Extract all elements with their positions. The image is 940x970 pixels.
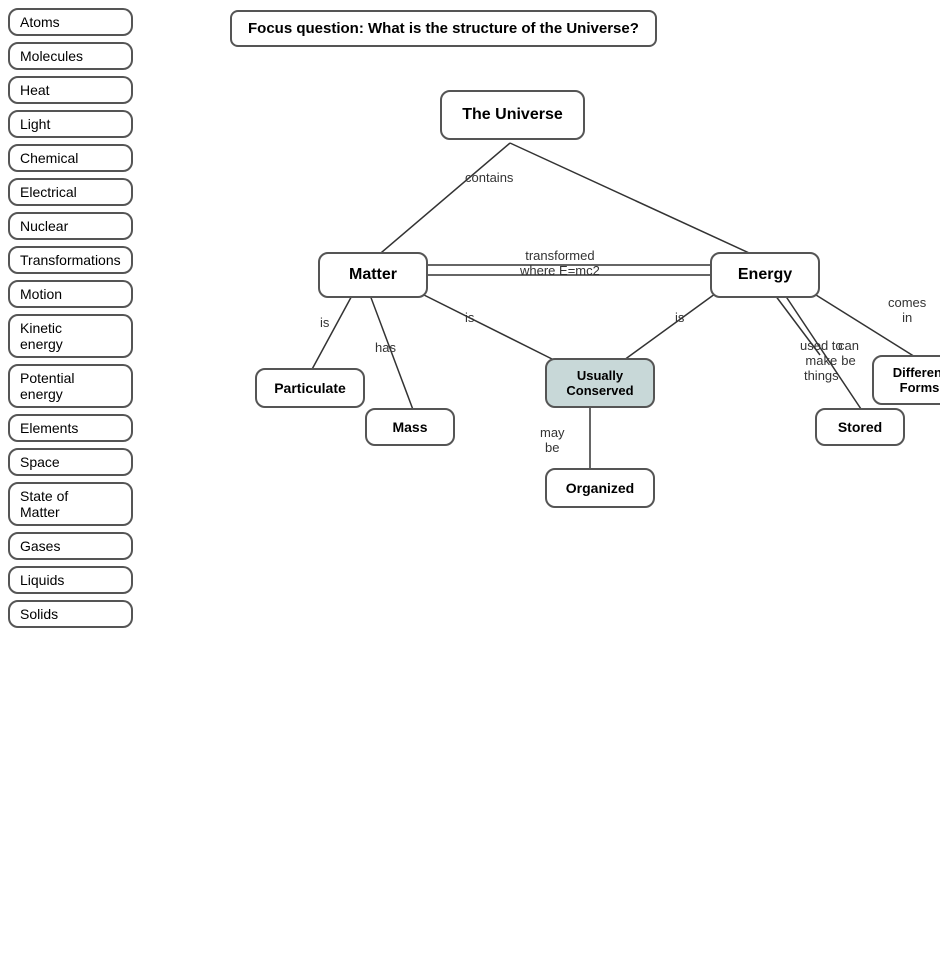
sidebar-item-liquids[interactable]: Liquids bbox=[8, 566, 133, 594]
sidebar-item-solids[interactable]: Solids bbox=[8, 600, 133, 628]
sidebar: Atoms Molecules Heat Light Chemical Elec… bbox=[8, 8, 133, 628]
sidebar-item-gases[interactable]: Gases bbox=[8, 532, 133, 560]
sidebar-item-heat[interactable]: Heat bbox=[8, 76, 133, 104]
sidebar-item-chemical[interactable]: Chemical bbox=[8, 144, 133, 172]
sidebar-item-nuclear[interactable]: Nuclear bbox=[8, 212, 133, 240]
label-transformed: transformed where E=mc2 bbox=[520, 248, 600, 278]
label-is3: is bbox=[675, 310, 684, 325]
label-is2: is bbox=[465, 310, 474, 325]
sidebar-item-state-of-matter[interactable]: State of Matter bbox=[8, 482, 133, 526]
node-energy[interactable]: Energy bbox=[710, 252, 820, 298]
sidebar-item-electrical[interactable]: Electrical bbox=[8, 178, 133, 206]
label-is1: is bbox=[320, 315, 329, 330]
node-universe[interactable]: The Universe bbox=[440, 90, 585, 140]
label-can-be: can be bbox=[838, 338, 859, 368]
label-has: has bbox=[375, 340, 396, 355]
node-organized[interactable]: Organized bbox=[545, 468, 655, 508]
focus-question: Focus question: What is the structure of… bbox=[230, 10, 657, 47]
node-different-forms[interactable]: Different Forms bbox=[872, 355, 940, 405]
sidebar-item-elements[interactable]: Elements bbox=[8, 414, 133, 442]
sidebar-item-space[interactable]: Space bbox=[8, 448, 133, 476]
sidebar-item-transformations[interactable]: Transformations bbox=[8, 246, 133, 274]
node-particulate[interactable]: Particulate bbox=[255, 368, 365, 408]
sidebar-item-light[interactable]: Light bbox=[8, 110, 133, 138]
sidebar-item-kinetic-energy[interactable]: Kinetic energy bbox=[8, 314, 133, 358]
label-comes-in: comes in bbox=[888, 295, 926, 325]
label-used-to: used to make things bbox=[800, 338, 843, 383]
sidebar-item-molecules[interactable]: Molecules bbox=[8, 42, 133, 70]
label-may-be: may be bbox=[540, 425, 565, 455]
node-stored[interactable]: Stored bbox=[815, 408, 905, 446]
node-mass[interactable]: Mass bbox=[365, 408, 455, 446]
sidebar-item-motion[interactable]: Motion bbox=[8, 280, 133, 308]
node-usually-conserved[interactable]: Usually Conserved bbox=[545, 358, 655, 408]
node-matter[interactable]: Matter bbox=[318, 252, 428, 298]
label-contains: contains bbox=[465, 170, 513, 185]
diagram-area: Focus question: What is the structure of… bbox=[200, 0, 940, 970]
sidebar-item-potential-energy[interactable]: Potential energy bbox=[8, 364, 133, 408]
sidebar-item-atoms[interactable]: Atoms bbox=[8, 8, 133, 36]
